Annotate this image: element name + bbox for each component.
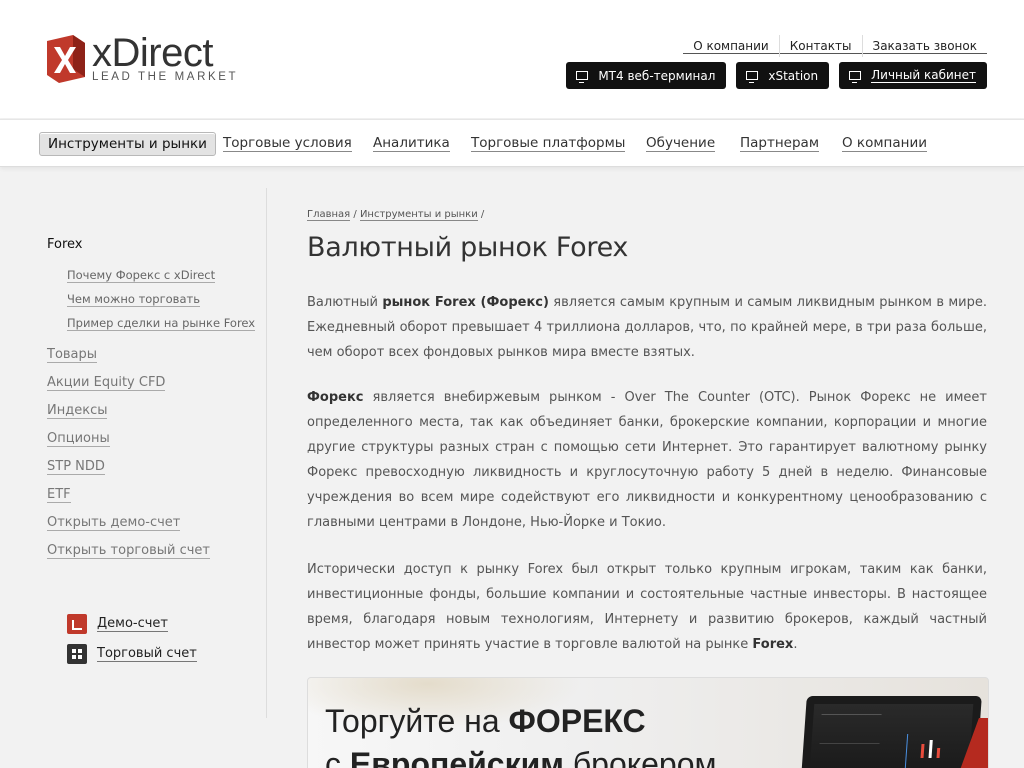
nav-instruments-markets[interactable]: Инструменты и рынки: [39, 132, 216, 156]
sidebar-item-indices[interactable]: Индексы: [47, 403, 108, 419]
grid-icon: [67, 644, 87, 664]
logo-x-icon: [47, 35, 85, 83]
text-bold: Forex: [752, 637, 794, 652]
nav-trading-conditions[interactable]: Торговые условия: [223, 132, 352, 156]
logo[interactable]: xDirect LEAD THE MARKET: [47, 31, 247, 87]
banner-text-bold: ФОРЕКС: [508, 703, 646, 739]
text-bold: рынок Forex (Форекс): [382, 295, 549, 310]
paragraph-intro: Валютный рынок Forex (Форекс) является с…: [307, 290, 987, 365]
banner-text: брокером: [563, 746, 717, 768]
breadcrumb-separator: /: [480, 209, 485, 220]
sidebar-item-stp-ndd[interactable]: STP NDD: [47, 459, 105, 475]
text: Исторически доступ к рынку Forex был отк…: [307, 562, 987, 652]
site-header: xDirect LEAD THE MARKET О компании Конта…: [0, 0, 1024, 118]
breadcrumb: Главная / Инструменты и рынки /: [307, 209, 485, 221]
sidebar-item-equity-cfd[interactable]: Акции Equity CFD: [47, 375, 166, 391]
logo-tagline: LEAD THE MARKET: [92, 71, 239, 83]
breadcrumb-separator: /: [353, 209, 357, 220]
monitor-icon: [746, 71, 759, 83]
banner-text-bold: Европейским: [349, 746, 564, 768]
top-buttons: MT4 веб-терминал xStation Личный кабинет: [566, 62, 987, 89]
sidebar-divider: [266, 188, 267, 718]
sidebar-current-forex[interactable]: Forex: [47, 237, 83, 252]
sidebar-item-open-demo[interactable]: Открыть демо-счет: [47, 515, 181, 531]
chart-gridline: [819, 714, 882, 744]
nav-analytics[interactable]: Аналитика: [373, 132, 450, 156]
mt4-web-terminal-button[interactable]: MT4 веб-терминал: [566, 62, 727, 89]
demo-account-link[interactable]: Демо-счет: [67, 614, 169, 634]
nav-label: Обучение: [646, 135, 716, 152]
nav-education[interactable]: Обучение: [646, 132, 716, 156]
chart-icon: [67, 614, 87, 634]
live-account-link[interactable]: Торговый счет: [67, 644, 197, 664]
text-bold: Форекс: [307, 390, 364, 405]
sidebar-sub-why-forex[interactable]: Почему Форекс с xDirect: [67, 269, 216, 283]
button-label: xStation: [768, 68, 819, 83]
text: .: [793, 637, 798, 652]
nav-label: Инструменты и рынки: [48, 136, 207, 152]
laptop-image: [799, 696, 982, 768]
personal-cabinet-button[interactable]: Личный кабинет: [839, 62, 987, 89]
promo-banner[interactable]: Торгуйте на ФОРЕКС с Европейским брокеро…: [307, 677, 989, 768]
nav-trading-platforms[interactable]: Торговые платформы: [471, 132, 626, 156]
nav-about[interactable]: О компании: [842, 132, 927, 156]
top-link-callback[interactable]: Заказать звонок: [862, 39, 987, 54]
paragraph-history: Исторически доступ к рынку Forex был отк…: [307, 557, 987, 657]
sidebar-item-open-live[interactable]: Открыть торговый счет: [47, 543, 211, 559]
id-card-icon: [849, 71, 862, 83]
button-label: Личный кабинет: [871, 67, 976, 83]
main-nav: Инструменты и рынки Торговые условия Ана…: [0, 119, 1024, 167]
nav-label: Торговые платформы: [471, 135, 626, 152]
nav-label: Торговые условия: [223, 135, 352, 152]
banner-headline: Торгуйте на ФОРЕКС: [325, 703, 646, 740]
top-link-about[interactable]: О компании: [683, 39, 779, 54]
top-links: О компании Контакты Заказать звонок: [683, 35, 987, 57]
nav-partners[interactable]: Партнерам: [740, 132, 820, 156]
banner-text: Торгуйте на: [325, 703, 509, 739]
sidebar-sub-trade-example[interactable]: Пример сделки на рынке Forex: [67, 317, 256, 331]
nav-label: Аналитика: [373, 135, 450, 152]
breadcrumb-home[interactable]: Главная: [307, 209, 351, 221]
top-link-contacts[interactable]: Контакты: [779, 39, 862, 54]
trading-chart-screen: [807, 704, 974, 768]
nav-label: Партнерам: [740, 135, 820, 152]
text: Валютный: [307, 295, 383, 310]
banner-subline: с Европейским брокером: [325, 746, 717, 768]
button-label: MT4 веб-терминал: [598, 68, 716, 83]
live-account-label: Торговый счет: [97, 646, 197, 662]
banner-text: с: [325, 746, 350, 768]
monitor-icon: [576, 71, 589, 83]
sidebar-sub-what-to-trade[interactable]: Чем можно торговать: [67, 293, 200, 307]
sidebar-item-commodities[interactable]: Товары: [47, 347, 98, 363]
xstation-button[interactable]: xStation: [736, 62, 830, 89]
text: является внебиржевым рынком - Over The C…: [307, 390, 987, 530]
page-title: Валютный рынок Forex: [307, 232, 629, 263]
sidebar-item-options[interactable]: Опционы: [47, 431, 110, 447]
breadcrumb-instruments[interactable]: Инструменты и рынки: [359, 209, 478, 221]
demo-account-label: Демо-счет: [97, 616, 169, 632]
paragraph-otc: Форекс является внебиржевым рынком - Ove…: [307, 385, 987, 535]
logo-wordmark: xDirect: [92, 31, 213, 75]
nav-label: О компании: [842, 135, 927, 152]
sidebar-item-etf[interactable]: ETF: [47, 487, 71, 503]
